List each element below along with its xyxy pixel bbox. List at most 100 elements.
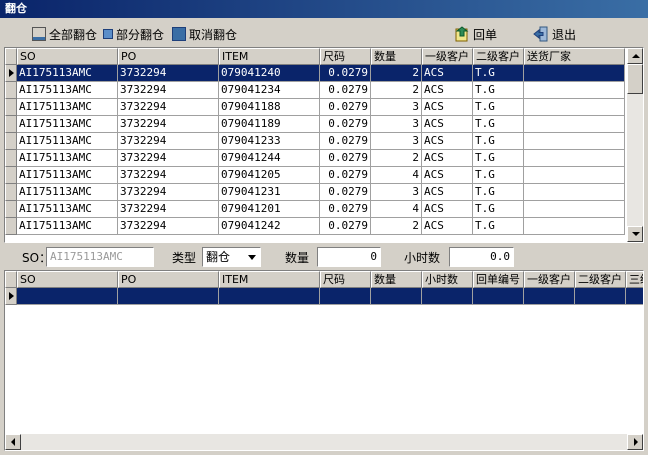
top-grid-cell[interactable]: [524, 82, 625, 99]
bottom-grid-column-header[interactable]: 一级客户: [524, 271, 575, 288]
top-grid-cell[interactable]: 2: [371, 65, 422, 82]
return-receipt-button[interactable]: 回单: [454, 24, 497, 44]
so-input[interactable]: AI175113AMC: [46, 247, 154, 267]
top-grid-cell[interactable]: AI175113AMC: [17, 133, 118, 150]
top-grid-column-header[interactable]: SO: [17, 48, 118, 65]
top-grid-cell[interactable]: 079041231: [219, 184, 320, 201]
scroll-up-button[interactable]: [627, 48, 643, 64]
bottom-grid-hscroll[interactable]: [5, 434, 643, 450]
top-grid-cell[interactable]: ACS: [422, 218, 473, 235]
top-grid-cell[interactable]: 2: [371, 150, 422, 167]
row-indicator[interactable]: [5, 133, 17, 150]
top-grid-cell[interactable]: AI175113AMC: [17, 65, 118, 82]
top-grid-cell[interactable]: AI175113AMC: [17, 218, 118, 235]
top-grid-cell[interactable]: 3732294: [118, 65, 219, 82]
bottom-grid-cell[interactable]: [371, 288, 422, 305]
top-grid-cell[interactable]: ACS: [422, 99, 473, 116]
row-indicator[interactable]: [5, 99, 17, 116]
top-grid-cell[interactable]: 0.0279: [320, 167, 371, 184]
top-grid-cell[interactable]: AI175113AMC: [17, 116, 118, 133]
partial-select-button[interactable]: 部分翻仓: [103, 24, 164, 44]
top-grid-cell[interactable]: T.G: [473, 150, 524, 167]
top-grid-cell[interactable]: T.G: [473, 133, 524, 150]
top-grid-cell[interactable]: 3732294: [118, 184, 219, 201]
top-grid-cell[interactable]: 3732294: [118, 218, 219, 235]
exit-button[interactable]: 退出: [533, 24, 576, 44]
top-grid-cell[interactable]: 079041188: [219, 99, 320, 116]
bottom-grid-cell[interactable]: [17, 288, 118, 305]
top-grid-cell[interactable]: 079041244: [219, 150, 320, 167]
top-grid-cell[interactable]: 3: [371, 99, 422, 116]
top-grid-cell[interactable]: AI175113AMC: [17, 82, 118, 99]
bottom-grid-column-header[interactable]: 三级客户: [626, 271, 643, 288]
top-grid-cell[interactable]: 079041205: [219, 167, 320, 184]
top-grid-cell[interactable]: 0.0279: [320, 82, 371, 99]
top-grid-row[interactable]: AI175113AMC 3732294 079041244 0.0279 2 ACS T.G: [5, 150, 625, 167]
top-grid-cell[interactable]: 0.0279: [320, 218, 371, 235]
type-select[interactable]: 翻仓: [202, 247, 261, 267]
top-grid-cell[interactable]: 3: [371, 184, 422, 201]
bottom-grid-column-header[interactable]: 二级客户: [575, 271, 626, 288]
top-grid-cell[interactable]: 0.0279: [320, 201, 371, 218]
bottom-grid-row[interactable]: [5, 288, 643, 305]
top-grid-column-header[interactable]: 一级客户: [422, 48, 473, 65]
top-grid-cell[interactable]: [524, 201, 625, 218]
top-grid-cell[interactable]: T.G: [473, 218, 524, 235]
top-grid-cell[interactable]: 2: [371, 218, 422, 235]
bottom-grid-column-header[interactable]: 数量: [371, 271, 422, 288]
top-grid-cell[interactable]: 3732294: [118, 150, 219, 167]
top-grid-cell[interactable]: ACS: [422, 116, 473, 133]
top-grid-column-header[interactable]: 二级客户: [473, 48, 524, 65]
top-grid-cell[interactable]: [524, 65, 625, 82]
top-grid-row[interactable]: AI175113AMC 3732294 079041234 0.0279 2 ACS T.G: [5, 82, 625, 99]
row-indicator[interactable]: [5, 288, 17, 305]
top-grid-cell[interactable]: 3732294: [118, 116, 219, 133]
bottom-grid-cell[interactable]: [219, 288, 320, 305]
top-grid-cell[interactable]: ACS: [422, 184, 473, 201]
top-grid-cell[interactable]: 0.0279: [320, 133, 371, 150]
row-indicator[interactable]: [5, 150, 17, 167]
hours-input[interactable]: 0.0: [449, 247, 514, 267]
top-grid-row[interactable]: AI175113AMC 3732294 079041240 0.0279 2 ACS T.G: [5, 65, 625, 82]
top-grid-cell[interactable]: 3: [371, 116, 422, 133]
scroll-left-button[interactable]: [5, 434, 21, 450]
top-grid-cell[interactable]: T.G: [473, 82, 524, 99]
bottom-grid-column-header[interactable]: SO: [17, 271, 118, 288]
top-grid-cell[interactable]: ACS: [422, 65, 473, 82]
top-grid-cell[interactable]: T.G: [473, 184, 524, 201]
top-grid-column-header[interactable]: 送货厂家: [524, 48, 625, 65]
top-grid-cell[interactable]: T.G: [473, 116, 524, 133]
bottom-grid-column-header[interactable]: 回单编号: [473, 271, 524, 288]
top-grid-column-header[interactable]: ITEM: [219, 48, 320, 65]
scroll-right-button[interactable]: [627, 434, 643, 450]
scroll-thumb[interactable]: [627, 64, 643, 94]
bottom-grid-cell[interactable]: [320, 288, 371, 305]
scroll-down-button[interactable]: [627, 226, 643, 242]
top-grid-cell[interactable]: [524, 116, 625, 133]
top-grid-cell[interactable]: [524, 218, 625, 235]
top-grid-cell[interactable]: AI175113AMC: [17, 150, 118, 167]
cancel-select-button[interactable]: 取消翻仓: [172, 24, 237, 44]
top-grid-cell[interactable]: 2: [371, 82, 422, 99]
top-grid-cell[interactable]: T.G: [473, 99, 524, 116]
bottom-grid-cell[interactable]: [473, 288, 524, 305]
top-grid-cell[interactable]: 079041242: [219, 218, 320, 235]
top-grid-cell[interactable]: 4: [371, 167, 422, 184]
top-grid-cell[interactable]: T.G: [473, 201, 524, 218]
row-indicator[interactable]: [5, 65, 17, 82]
top-grid-cell[interactable]: AI175113AMC: [17, 184, 118, 201]
top-grid-cell[interactable]: 0.0279: [320, 99, 371, 116]
top-grid-column-header[interactable]: 数量: [371, 48, 422, 65]
row-indicator[interactable]: [5, 82, 17, 99]
row-indicator[interactable]: [5, 184, 17, 201]
top-grid-cell[interactable]: AI175113AMC: [17, 99, 118, 116]
top-grid-cell[interactable]: [524, 133, 625, 150]
top-grid-cell[interactable]: T.G: [473, 167, 524, 184]
top-grid-cell[interactable]: 079041201: [219, 201, 320, 218]
top-grid-cell[interactable]: 3732294: [118, 167, 219, 184]
bottom-grid-cell[interactable]: [524, 288, 575, 305]
top-grid-cell[interactable]: 3732294: [118, 99, 219, 116]
bottom-grid-cell[interactable]: [575, 288, 626, 305]
top-grid-cell[interactable]: 3732294: [118, 201, 219, 218]
top-grid-cell[interactable]: 3732294: [118, 82, 219, 99]
